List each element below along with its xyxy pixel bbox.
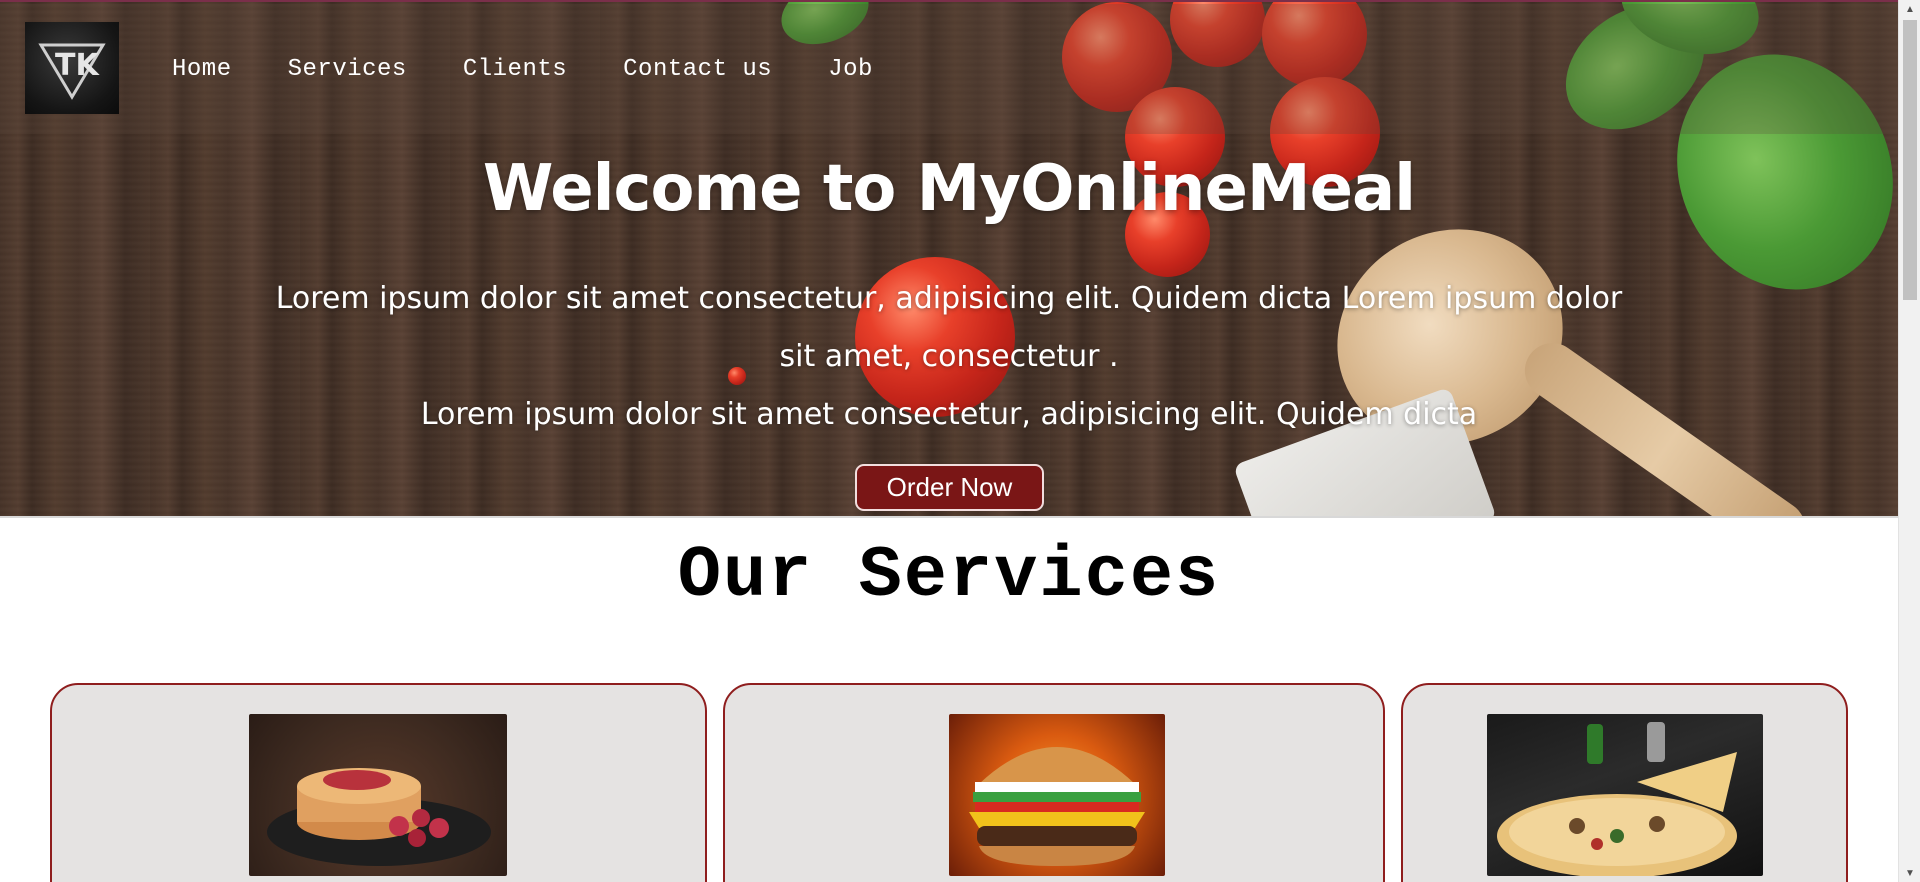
hero-line-3: Lorem ipsum dolor sit amet consectetur, … bbox=[420, 397, 1478, 432]
pizza-image bbox=[1487, 714, 1763, 876]
nav-clients-link[interactable]: Clients bbox=[463, 56, 567, 83]
scrollbar-thumb[interactable] bbox=[1903, 20, 1917, 300]
navbar: TK Home Services Clients Contact us Job bbox=[0, 4, 1898, 134]
hero-line-1: Lorem ipsum dolor sit amet consectetur, … bbox=[275, 281, 1623, 316]
pizza-illustration bbox=[1497, 722, 1737, 876]
nav-job-link[interactable]: Job bbox=[828, 56, 873, 83]
order-now-button[interactable]: Order Now bbox=[855, 464, 1044, 511]
service-card-pancakes[interactable] bbox=[50, 683, 707, 882]
scroll-down-arrow-icon[interactable]: ▼ bbox=[1899, 864, 1920, 882]
nav-services-link[interactable]: Services bbox=[288, 56, 407, 83]
hero-line-2: sit amet, consectetur . bbox=[779, 339, 1119, 374]
pancakes-image bbox=[249, 714, 507, 876]
services-heading: Our Services bbox=[677, 535, 1221, 617]
burger-image bbox=[949, 714, 1165, 876]
site-logo[interactable]: TK bbox=[25, 22, 119, 114]
hero-section: TK Home Services Clients Contact us Job … bbox=[0, 0, 1898, 518]
nav-links: Home Services Clients Contact us Job bbox=[172, 56, 873, 83]
pancakes-illustration bbox=[267, 768, 491, 866]
hero-title: Welcome to MyOnlineMeal bbox=[482, 152, 1416, 226]
service-card-burger[interactable] bbox=[723, 683, 1385, 882]
nav-contact-link[interactable]: Contact us bbox=[623, 56, 772, 83]
service-card-pizza[interactable] bbox=[1401, 683, 1848, 882]
hero-description: Lorem ipsum dolor sit amet consectetur, … bbox=[250, 270, 1648, 444]
burger-illustration bbox=[969, 747, 1145, 866]
nav-home-link[interactable]: Home bbox=[172, 56, 232, 83]
scroll-up-arrow-icon[interactable]: ▲ bbox=[1899, 0, 1920, 18]
triangle-tk-logo-icon: TK bbox=[38, 43, 106, 100]
logo-letters: TK bbox=[55, 48, 100, 83]
vertical-scrollbar[interactable]: ▲ ▼ bbox=[1898, 0, 1920, 882]
